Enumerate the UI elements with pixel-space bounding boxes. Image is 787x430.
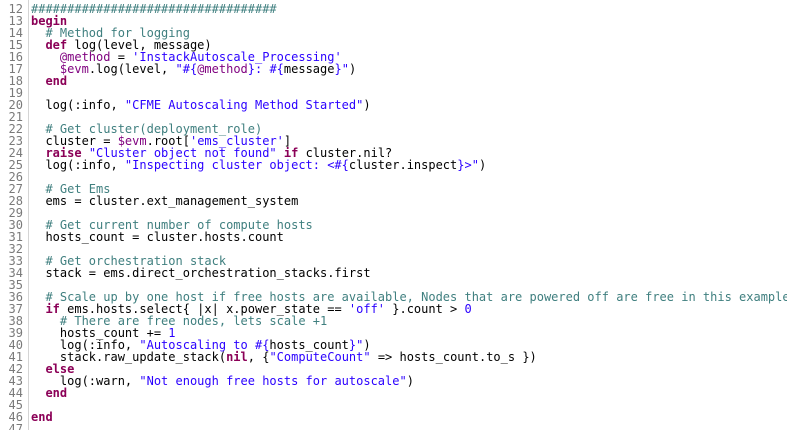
code-token: message [283, 62, 335, 76]
code-token: log(:info, [31, 98, 125, 112]
code-line[interactable]: 44 end [0, 387, 787, 399]
line-text: end [31, 387, 67, 399]
keyword-token: nil [226, 350, 248, 364]
string-token: "Not enough free hosts for autoscale" [139, 374, 407, 388]
line-text: log(:info, "CFME Autoscaling Method Star… [31, 98, 371, 112]
line-text: stack.raw_update_stack(nil, {"ComputeCou… [31, 351, 537, 363]
keyword-token: end [31, 410, 53, 424]
code-line[interactable]: 34 stack = ems.direct_orchestration_stac… [0, 267, 787, 279]
string-token: }: #{ [247, 62, 284, 76]
string-token: }" [334, 62, 349, 76]
string-token: "#{ [175, 62, 198, 76]
code-token: ) [478, 158, 487, 172]
code-token: }.count > [385, 302, 465, 316]
code-line[interactable]: 28 ems = cluster.ext_management_system [0, 195, 787, 207]
code-token: stack = ems.direct_orchestration_stacks.… [31, 266, 371, 280]
code-line[interactable]: 41 stack.raw_update_stack(nil, {"Compute… [0, 351, 787, 363]
code-line[interactable]: 45 [0, 399, 787, 411]
code-editor[interactable]: 12 ################################## 13 be… [0, 0, 787, 430]
code-line[interactable]: 20 log(:info, "CFME Autoscaling Method S… [0, 99, 787, 111]
line-text: ems = cluster.ext_management_system [31, 195, 298, 207]
code-token: .log(level, [88, 62, 176, 76]
line-number: 47 [8, 422, 23, 430]
code-line[interactable]: 47 [0, 423, 787, 430]
code-line[interactable]: 17 $evm.log(level, "#{@method}: #{messag… [0, 63, 787, 75]
code-line[interactable]: 43 log(:warn, "Not enough free hosts for… [0, 375, 787, 387]
code-line[interactable]: 46 end [0, 411, 787, 423]
code-token: , { [247, 350, 270, 364]
code-token: log(:info, [31, 158, 125, 172]
string-token: "CFME Autoscaling Method Started" [124, 98, 364, 112]
line-text: ################################## [31, 3, 277, 15]
code-token: hosts_count = cluster.hosts.count [31, 230, 284, 244]
code-token: cluster.inspect [348, 158, 458, 172]
code-line[interactable]: 25 log(:info, "Inspecting cluster object… [0, 159, 787, 171]
string-token: 'off' [348, 302, 386, 316]
line-text: log(:warn, "Not enough free hosts for au… [31, 375, 414, 387]
code-line[interactable]: 31 hosts_count = cluster.hosts.count [0, 231, 787, 243]
string-token: 0 [464, 302, 472, 316]
code-line[interactable]: 12 ################################## [0, 3, 787, 15]
string-token: "Inspecting cluster object: <#{ [124, 158, 349, 172]
line-text: end [31, 75, 67, 87]
code-token: ems = cluster.ext_management_system [31, 194, 299, 208]
variable-token: @method [197, 62, 248, 76]
line-text: end [31, 411, 53, 423]
line-text: $evm.log(level, "#{@method}: #{message}"… [31, 63, 356, 75]
string-token: }>" [457, 158, 479, 172]
code-token: ) [363, 98, 371, 112]
code-token: => hosts_count.to_s }) [370, 350, 537, 364]
code-line[interactable]: 26 [0, 171, 787, 183]
string-token: "ComputeCount" [269, 350, 371, 364]
keyword-token: end [45, 74, 68, 88]
line-text: hosts_count = cluster.hosts.count [31, 230, 284, 244]
line-text: stack = ems.direct_orchestration_stacks.… [31, 266, 371, 280]
keyword-token: end [45, 386, 68, 400]
line-text: log(:info, "Inspecting cluster object: <… [31, 159, 486, 171]
code-line[interactable]: 18 end [0, 75, 787, 87]
code-token: ) [406, 374, 414, 388]
comment-token: ################################## [31, 2, 277, 16]
code-token: ) [348, 62, 357, 76]
